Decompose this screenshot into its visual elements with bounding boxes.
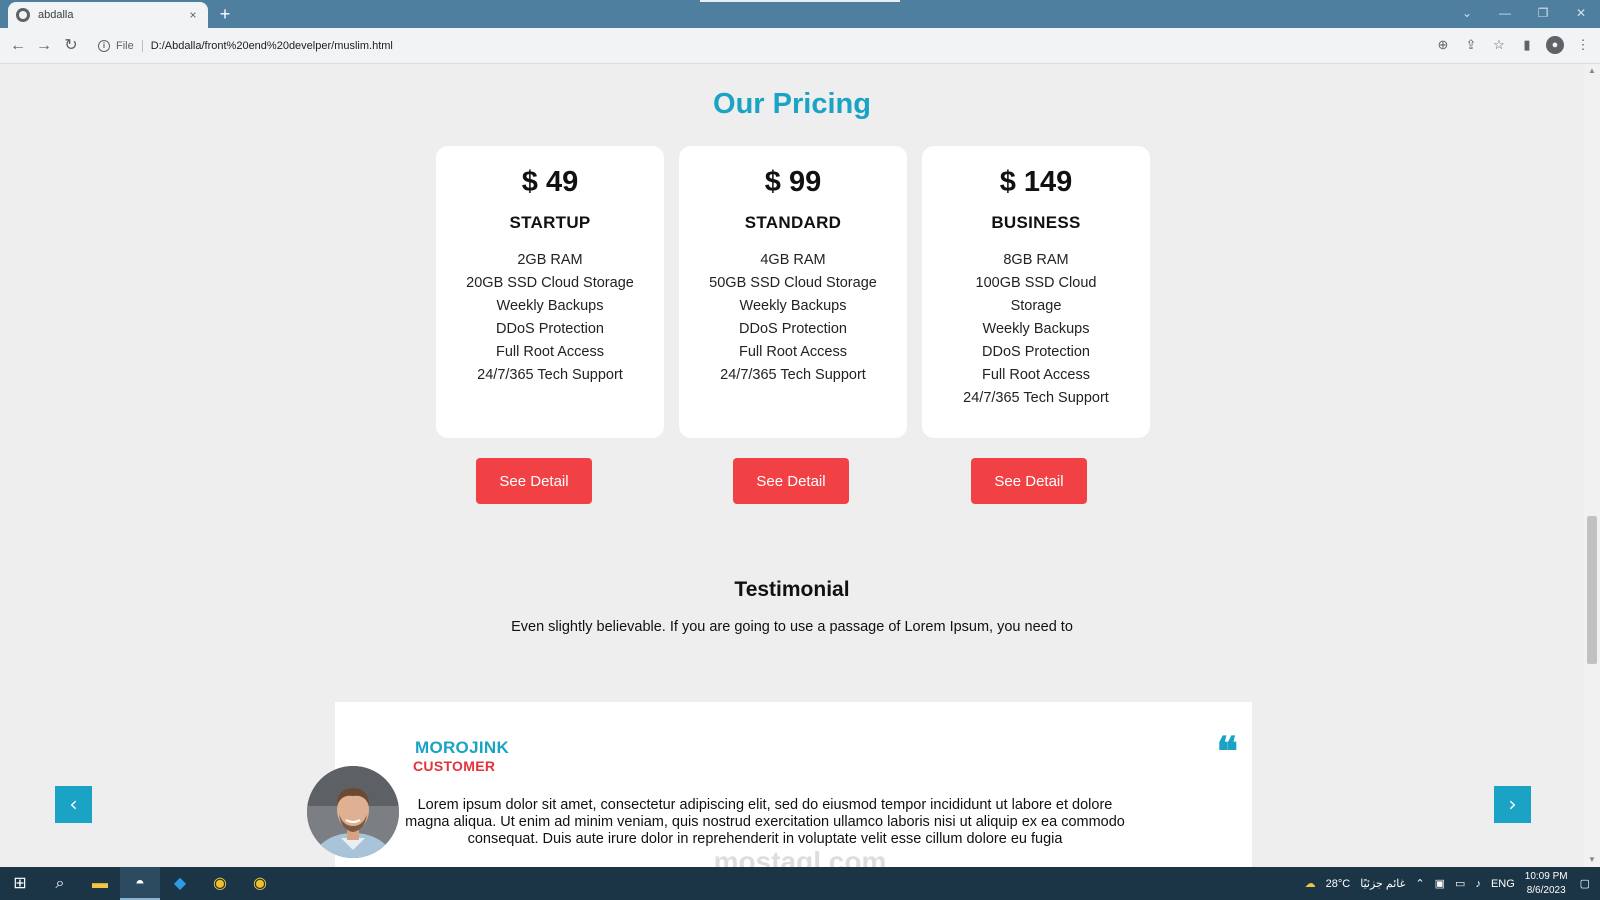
pricing-card-standard: $ 99 STANDARD 4GB RAM 50GB SSD Cloud Sto… [679,146,907,438]
globe-icon [16,8,30,22]
feature-item: 24/7/365 Tech Support [720,367,866,383]
clock[interactable]: 10:09 PM 8/6/2023 [1525,870,1568,898]
customer-name: MOROJINK [415,738,510,757]
see-detail-button-standard[interactable]: See Detail [733,458,849,504]
customer-avatar [307,766,399,858]
testimonial-card: MOROJINK CUSTOMER ❝ Lorem ipsum dolor si… [335,702,1252,867]
url-text[interactable]: D:/Abdalla/front%20end%20develper/muslim… [151,40,393,52]
clock-date: 8/6/2023 [1526,884,1566,896]
tab-close-icon[interactable]: × [186,8,200,22]
browser-tab-bar: abdalla × + ⌄ — ❐ ✕ [0,0,1600,28]
page-viewport: Our Pricing $ 49 STARTUP 2GB RAM 20GB SS… [0,64,1584,867]
back-arrow-icon[interactable]: ← [8,36,28,56]
feature-list: 8GB RAM 100GB SSD Cloud Storage Weekly B… [951,249,1121,410]
scroll-thumb[interactable] [1587,516,1597,664]
feature-list: 4GB RAM 50GB SSD Cloud Storage Weekly Ba… [708,249,878,387]
feature-item: DDoS Protection [982,344,1090,360]
scroll-down-icon[interactable]: ▼ [1584,853,1600,867]
info-icon[interactable]: i [98,40,110,52]
vscode-icon[interactable]: ◆ [160,867,200,900]
zoom-icon[interactable]: ⊕ [1434,36,1452,54]
testimonial-text: Lorem ipsum dolor sit amet, consectetur … [405,797,1125,847]
chrome-icon[interactable]: ◉ [200,867,240,900]
weather-temp[interactable]: 28°C [1326,878,1351,890]
tab-search-icon[interactable]: ⌄ [1448,0,1486,28]
feature-item: 100GB SSD Cloud Storage [975,275,1097,314]
feature-item: DDoS Protection [496,321,604,337]
tab-strip-indicator [700,0,900,2]
system-tray: ☁ 28°C غائم جزئيًا ⌃ ▣ ▭ ♪ ENG 10:09 PM … [1305,867,1600,900]
close-window-icon[interactable]: ✕ [1562,0,1600,28]
testimonial-title: Testimonial [734,578,850,601]
file-label: File [116,40,143,52]
see-detail-button-business[interactable]: See Detail [971,458,1087,504]
share-icon[interactable]: ⇪ [1462,36,1480,54]
customer-photo [307,766,399,858]
language-indicator[interactable]: ENG [1491,878,1515,890]
feature-item: 4GB RAM [760,252,826,268]
feature-item: 20GB SSD Cloud Storage [466,275,634,291]
feature-item: DDoS Protection [739,321,847,337]
notifications-icon[interactable]: ▢ [1580,877,1590,890]
pricing-card-startup: $ 49 STARTUP 2GB RAM 20GB SSD Cloud Stor… [436,146,664,438]
pricing-card-business: $ 149 BUSINESS 8GB RAM 100GB SSD Cloud S… [922,146,1150,438]
window-controls: ⌄ — ❐ ✕ [1448,0,1600,28]
tray-chevron-icon[interactable]: ⌃ [1415,877,1424,890]
chrome-icon-2[interactable]: ◉ [240,867,280,900]
photos-app-icon[interactable]: ◓ [120,867,160,900]
scroll-up-icon[interactable]: ▲ [1584,64,1600,78]
next-arrow-button[interactable]: › [1494,786,1531,823]
plan-price: $ 99 [764,166,822,198]
feature-item: Weekly Backups [982,321,1090,337]
search-icon[interactable]: ⌕ [40,867,80,900]
menu-dots-icon[interactable]: ⋮ [1574,36,1592,54]
browser-toolbar: ← → ↻ i File D:/Abdalla/front%20end%20de… [0,28,1600,64]
browser-tab[interactable]: abdalla × [8,2,208,28]
quote-icon: ❝ [1216,728,1238,775]
weather-text: غائم جزئيًا [1360,878,1406,890]
feature-item: 2GB RAM [517,252,583,268]
feature-list: 2GB RAM 20GB SSD Cloud Storage Weekly Ba… [465,249,635,387]
plan-name: STARTUP [509,213,591,232]
feature-item: Full Root Access [982,367,1090,383]
feature-item: Weekly Backups [739,298,847,314]
feature-item: 50GB SSD Cloud Storage [709,275,877,291]
new-tab-button[interactable]: + [215,4,235,24]
toolbar-icons: ⊕ ⇪ ☆ ▮ ● ⋮ [1434,36,1592,54]
plan-price: $ 49 [521,166,579,198]
feature-item: 24/7/365 Tech Support [477,367,623,383]
watermark: mostaql.com [713,846,887,868]
minimize-icon[interactable]: — [1486,0,1524,28]
pricing-title: Our Pricing [713,88,871,120]
windows-taskbar: ⊞ ⌕ ▬ ◓ ◆ ◉ ◉ ☁ 28°C غائم جزئيًا ⌃ ▣ ▭ ♪… [0,867,1600,900]
see-detail-button-startup[interactable]: See Detail [476,458,592,504]
file-explorer-icon[interactable]: ▬ [80,867,120,900]
feature-item: Weekly Backups [496,298,604,314]
plan-name: BUSINESS [991,213,1081,232]
feature-item: 24/7/365 Tech Support [963,390,1109,406]
forward-arrow-icon[interactable]: → [34,36,54,56]
network-icon[interactable]: ▭ [1455,877,1465,890]
volume-muted-icon[interactable]: ♪ [1475,878,1481,890]
feature-item: 8GB RAM [1003,252,1069,268]
plan-price: $ 149 [999,166,1073,198]
customer-role: CUSTOMER [413,758,496,774]
meet-icon[interactable]: ▣ [1435,877,1445,890]
plan-name: STANDARD [744,213,842,232]
bookmark-star-icon[interactable]: ☆ [1490,36,1508,54]
feature-item: Full Root Access [739,344,847,360]
address-bar[interactable]: i File D:/Abdalla/front%20end%20develper… [90,33,1440,59]
weather-icon[interactable]: ☁ [1305,877,1316,890]
restore-icon[interactable]: ❐ [1524,0,1562,28]
side-panel-icon[interactable]: ▮ [1518,36,1536,54]
feature-item: Full Root Access [496,344,604,360]
windows-start-icon[interactable]: ⊞ [0,867,40,900]
previous-arrow-button[interactable]: ‹ [55,786,92,823]
clock-time: 10:09 PM [1524,870,1568,882]
reload-icon[interactable]: ↻ [61,36,81,56]
page-scrollbar[interactable]: ▲ ▼ [1584,64,1600,867]
testimonial-subtitle: Even slightly believable. If you are goi… [511,619,1073,635]
profile-icon[interactable]: ● [1546,36,1564,54]
tab-title: abdalla [38,9,74,21]
